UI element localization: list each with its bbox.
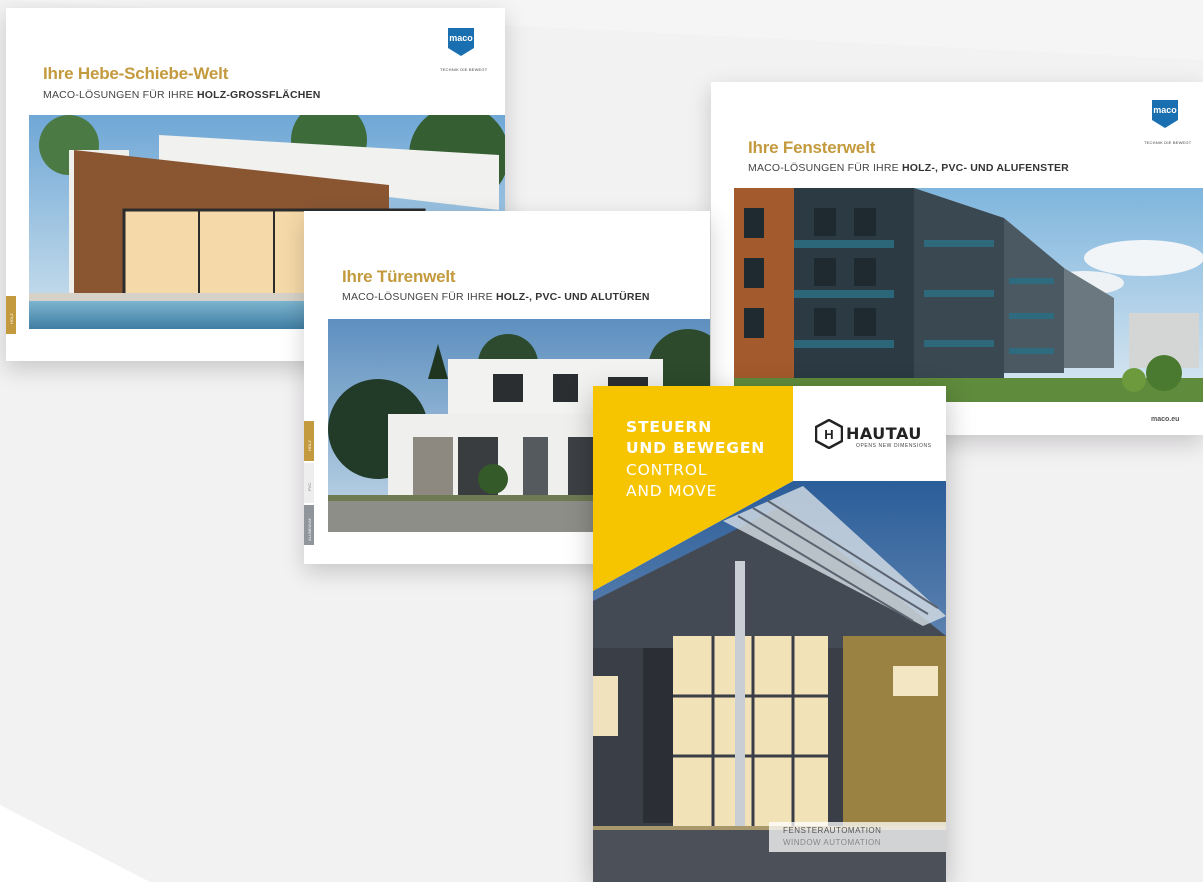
svg-text:H: H: [824, 427, 833, 442]
logo-tagline: TECHNIK DIE BEWEGT: [1144, 140, 1192, 145]
cover-photo-apartments: [734, 188, 1203, 402]
brochure-subtitle: MACO-LÖSUNGEN FÜR IHRE HOLZ-GROSSFLÄCHEN: [43, 89, 321, 101]
svg-text:maco: maco: [1153, 105, 1177, 115]
maco-logo-icon: maco: [1150, 98, 1180, 135]
website-url: maco.eu: [1151, 416, 1180, 423]
headline-de: STEUERN UND BEWEGEN: [626, 418, 765, 457]
brochure-title: Ihre Hebe-Schiebe-Welt: [43, 64, 229, 83]
tab-aluminium: ALUMINIUM: [304, 505, 314, 545]
brochure-subtitle: MACO-LÖSUNGEN FÜR IHRE HOLZ-, PVC- UND A…: [748, 162, 1069, 174]
headline-en: CONTROL AND MOVE: [626, 461, 718, 500]
maco-logo-icon: maco: [446, 26, 476, 63]
brand-name: HAUTAU: [846, 424, 922, 443]
svg-text:maco: maco: [449, 33, 473, 43]
footer-label-en: WINDOW AUTOMATION: [783, 838, 881, 847]
brochure-subtitle: MACO-LÖSUNGEN FÜR IHRE HOLZ-, PVC- UND A…: [342, 291, 650, 303]
tab-holz: HOLZ: [304, 421, 314, 461]
brochure-title: Ihre Fensterwelt: [748, 138, 876, 157]
tab-pvc: PVC: [304, 463, 314, 503]
brochure-hautau: STEUERN UND BEWEGEN CONTROL AND MOVE H H…: [593, 386, 946, 882]
brochure-fensterwelt: Ihre Fensterwelt MACO-LÖSUNGEN FÜR IHRE …: [711, 82, 1203, 435]
brand-tagline: OPENS NEW DIMENSIONS: [856, 443, 932, 449]
logo-tagline: TECHNIK DIE BEWEGT: [440, 67, 488, 72]
hautau-logo-icon: H: [814, 418, 844, 454]
tab-holz: HOLZ: [6, 296, 16, 334]
footer-label-de: FENSTERAUTOMATION: [783, 826, 882, 835]
brochure-title: Ihre Türenwelt: [342, 267, 456, 286]
